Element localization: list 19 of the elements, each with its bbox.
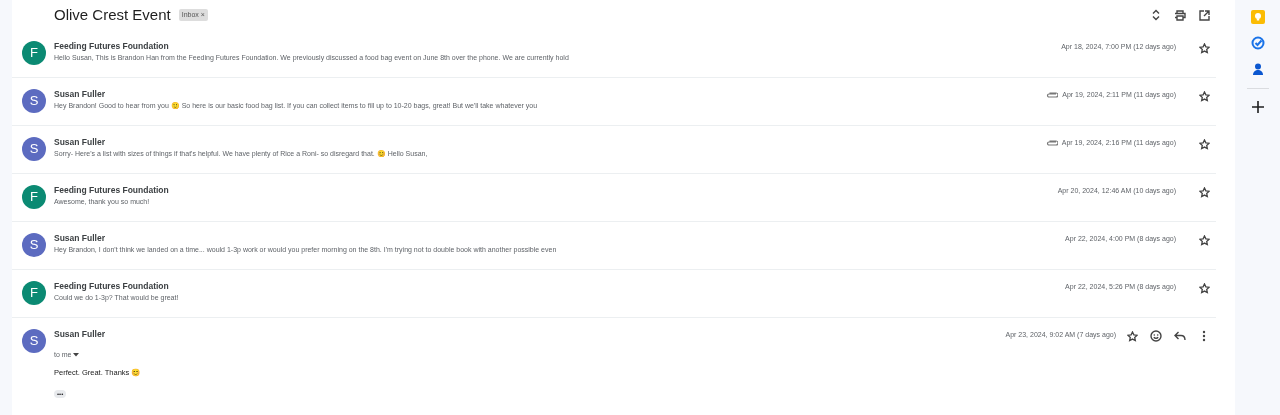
tasks-icon[interactable]	[1250, 36, 1265, 50]
avatar: F	[22, 41, 46, 65]
avatar: S	[22, 233, 46, 257]
sender-name: Feeding Futures Foundation	[54, 40, 170, 52]
avatar: F	[22, 281, 46, 305]
avatar: F	[22, 185, 46, 209]
contacts-icon[interactable]	[1250, 62, 1265, 76]
sender-name: Feeding Futures Foundation	[54, 280, 170, 292]
avatar: S	[22, 137, 46, 161]
sender-name: Feeding Futures Foundation	[54, 184, 170, 196]
caret-icon	[73, 351, 80, 358]
sender-name: Susan Fuller	[54, 232, 106, 244]
sender-name: Susan Fuller	[54, 136, 106, 148]
sender-name: Susan Fuller	[54, 88, 106, 100]
thread-subject: Olive Crest Event	[54, 4, 171, 25]
avatar: S	[22, 89, 46, 113]
avatar: S	[22, 329, 46, 353]
add-icon[interactable]	[1251, 101, 1264, 113]
sender-name: Susan Fuller	[54, 328, 106, 340]
